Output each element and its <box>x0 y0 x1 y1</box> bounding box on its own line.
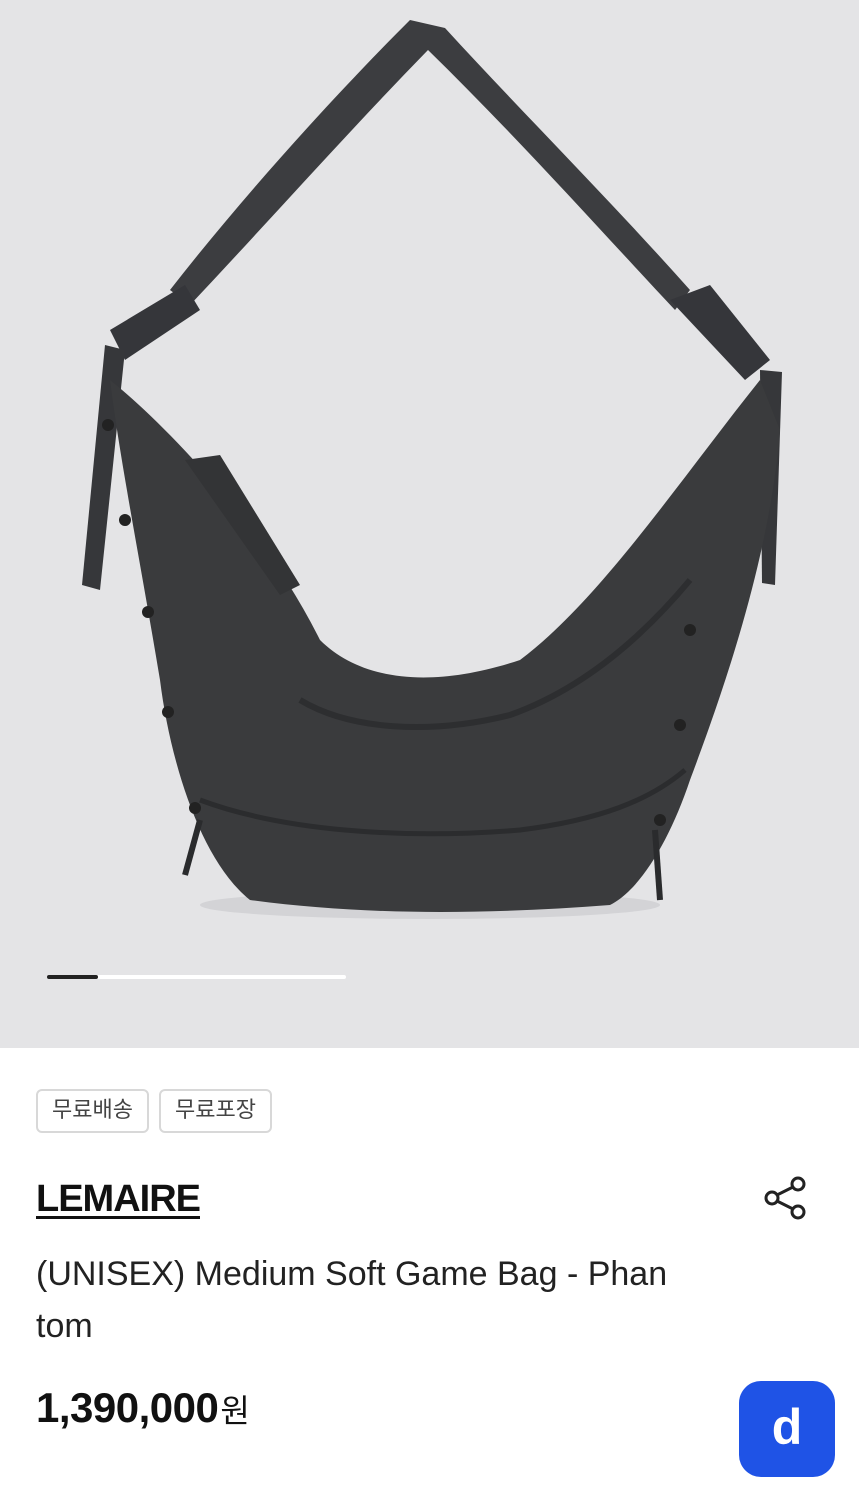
product-title: (UNISEX) Medium Soft Game Bag - Phantom <box>36 1255 668 1345</box>
price-amount: 1,390,000 <box>36 1384 219 1431</box>
app-logo-icon: d <box>771 1399 803 1455</box>
gallery-progress-fill <box>47 975 98 979</box>
free-gift-wrap-tag: 무료포장 <box>158 1089 272 1133</box>
app-badge-button[interactable]: d <box>739 1381 835 1477</box>
product-image <box>82 20 782 919</box>
product-image-gallery[interactable] <box>0 0 859 1048</box>
share-icon <box>764 1176 806 1220</box>
free-shipping-tag: 무료배송 <box>36 1089 149 1133</box>
share-button[interactable] <box>760 1172 812 1224</box>
gallery-progress-indicator <box>47 975 346 979</box>
brand-link[interactable]: LEMAIRE <box>36 1178 201 1221</box>
product-price: 1,390,000원 <box>36 1384 250 1432</box>
benefit-tags: 무료배송 무료포장 <box>36 1089 272 1133</box>
price-currency: 원 <box>220 1393 250 1429</box>
